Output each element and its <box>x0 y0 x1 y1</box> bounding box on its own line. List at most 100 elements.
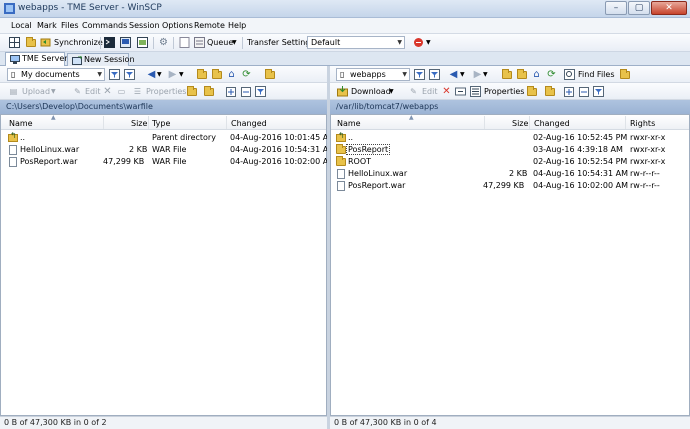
filter-icon[interactable] <box>593 86 604 97</box>
tab-tme-server[interactable]: TME Server <box>5 52 68 67</box>
chevron-down-icon[interactable]: ▼ <box>460 71 465 78</box>
forward-arrow-icon[interactable]: ▶ <box>472 69 483 80</box>
local-location-select[interactable]: ▯ My documents ▼ <box>7 68 105 81</box>
properties-button[interactable]: Properties <box>146 87 186 96</box>
column-name[interactable]: Name <box>9 119 33 128</box>
filter-icon[interactable] <box>124 69 135 80</box>
column-type[interactable]: Type <box>152 119 170 128</box>
edit-icon[interactable]: ✎ <box>72 86 83 97</box>
table-row[interactable]: .. 02-Aug-16 10:52:45 PM rwxr-xr-x <box>331 131 689 144</box>
home-icon[interactable]: ⌂ <box>226 69 237 80</box>
close-button[interactable]: ✕ <box>651 1 687 15</box>
menu-local[interactable]: Local <box>11 21 32 30</box>
forward-arrow-icon[interactable]: ▶ <box>167 69 178 80</box>
properties-button[interactable]: Properties <box>484 87 524 96</box>
create-folder-icon[interactable] <box>203 86 214 97</box>
column-size[interactable]: Size <box>512 119 528 128</box>
table-row[interactable]: ROOT 02-Aug-16 10:52:54 PM rwxr-xr-x <box>331 156 689 168</box>
root-folder-icon[interactable] <box>516 69 527 80</box>
minimize-button[interactable]: – <box>605 1 627 15</box>
refresh-icon[interactable]: ⟳ <box>546 69 557 80</box>
putty-icon[interactable] <box>120 37 131 48</box>
properties-icon[interactable] <box>470 86 481 97</box>
table-row[interactable]: PosReport 03-Aug-16 4:39:18 AM rwxr-xr-x <box>331 144 689 156</box>
menu-remote[interactable]: Remote <box>194 21 225 30</box>
collapse-icon[interactable] <box>240 86 251 97</box>
filter-icon[interactable] <box>429 69 440 80</box>
new-folder-icon[interactable] <box>526 86 537 97</box>
back-arrow-icon[interactable]: ◀ <box>448 69 459 80</box>
remote-file-list[interactable]: ▲ Name Size Changed Rights .. 02-Aug-16 … <box>330 114 690 416</box>
find-folder-icon[interactable] <box>619 69 630 80</box>
rename-icon[interactable] <box>455 86 466 97</box>
home-icon[interactable]: ⌂ <box>531 69 542 80</box>
properties-icon[interactable]: ☰ <box>132 86 143 97</box>
open-in-window-icon[interactable] <box>137 37 148 48</box>
find-files-icon[interactable] <box>564 69 575 80</box>
table-row[interactable]: .. Parent directory 04-Aug-2016 10:01:45… <box>1 131 336 144</box>
queue-icon[interactable] <box>194 37 205 48</box>
delete-icon[interactable]: ✕ <box>441 86 452 97</box>
column-rights[interactable]: Rights <box>630 119 655 128</box>
chevron-down-icon[interactable]: ▼ <box>51 88 56 95</box>
rename-icon[interactable]: ▭ <box>116 86 127 97</box>
edit-icon[interactable]: ✎ <box>408 86 419 97</box>
remote-path-bar[interactable]: /var/lib/tomcat7/webapps <box>330 100 690 114</box>
column-changed[interactable]: Changed <box>231 119 267 128</box>
download-icon[interactable] <box>337 86 348 97</box>
upload-button[interactable]: Upload <box>22 87 50 96</box>
chevron-down-icon[interactable]: ▼ <box>426 39 431 46</box>
remote-location-select[interactable]: ▯ webapps ▼ <box>336 68 410 81</box>
compare-icon[interactable] <box>25 37 36 48</box>
queue-button[interactable]: Queue <box>207 38 233 47</box>
synchronize-button[interactable]: Synchronize <box>54 38 103 47</box>
upload-icon[interactable]: ▤ <box>8 86 19 97</box>
filter-icon[interactable] <box>109 69 120 80</box>
queue-list-icon[interactable] <box>179 37 190 48</box>
tab-new-session[interactable]: New Session <box>67 53 135 66</box>
refresh-icon[interactable]: ⟳ <box>241 69 252 80</box>
filter-icon[interactable] <box>255 86 266 97</box>
table-row[interactable]: HelloLinux.war 2 KB WAR File 04-Aug-2016… <box>1 144 336 156</box>
chevron-down-icon[interactable]: ▼ <box>157 71 162 78</box>
console-icon[interactable] <box>104 37 115 48</box>
menu-mark[interactable]: Mark <box>37 21 57 30</box>
menu-help[interactable]: Help <box>228 21 246 30</box>
root-folder-icon[interactable] <box>211 69 222 80</box>
download-button[interactable]: Download <box>351 87 391 96</box>
table-row[interactable]: PosReport.war 47,299 KB WAR File 04-Aug-… <box>1 156 336 168</box>
layout-icon[interactable] <box>9 37 20 48</box>
chevron-down-icon[interactable]: ▼ <box>232 39 237 46</box>
back-arrow-icon[interactable]: ◀ <box>146 69 157 80</box>
gear-icon[interactable]: ⚙ <box>158 37 169 48</box>
edit-button[interactable]: Edit <box>85 87 101 96</box>
filter-icon[interactable] <box>414 69 425 80</box>
column-name[interactable]: Name <box>337 119 361 128</box>
menu-files[interactable]: Files <box>61 21 79 30</box>
collapse-icon[interactable] <box>578 86 589 97</box>
table-row[interactable]: HelloLinux.war 2 KB 04-Aug-16 10:54:31 A… <box>331 168 689 180</box>
menu-options[interactable]: Options <box>162 21 193 30</box>
edit-button[interactable]: Edit <box>422 87 438 96</box>
chevron-down-icon[interactable]: ▼ <box>179 71 184 78</box>
column-changed[interactable]: Changed <box>534 119 570 128</box>
menu-commands[interactable]: Commands <box>82 21 127 30</box>
new-folder-icon[interactable] <box>186 86 197 97</box>
transfer-settings-select[interactable]: Default ▼ <box>307 36 405 49</box>
local-path-bar[interactable]: C:\Users\Develop\Documents\warfile <box>0 100 327 114</box>
create-folder-icon[interactable] <box>544 86 555 97</box>
find-folder-icon[interactable] <box>264 69 275 80</box>
parent-folder-icon[interactable] <box>196 69 207 80</box>
chevron-down-icon[interactable]: ▼ <box>483 71 488 78</box>
transfer-options-icon[interactable] <box>413 37 424 48</box>
expand-icon[interactable] <box>225 86 236 97</box>
chevron-down-icon[interactable]: ▼ <box>389 88 394 95</box>
expand-icon[interactable] <box>563 86 574 97</box>
local-file-list[interactable]: ▲ Name Size Type Changed .. Parent direc… <box>0 114 336 416</box>
delete-icon[interactable]: ✕ <box>102 86 113 97</box>
parent-folder-icon[interactable] <box>501 69 512 80</box>
column-size[interactable]: Size <box>131 119 147 128</box>
synchronize-icon[interactable] <box>40 37 51 48</box>
find-files-button[interactable]: Find Files <box>578 70 615 79</box>
maximize-button[interactable]: ▢ <box>628 1 650 15</box>
